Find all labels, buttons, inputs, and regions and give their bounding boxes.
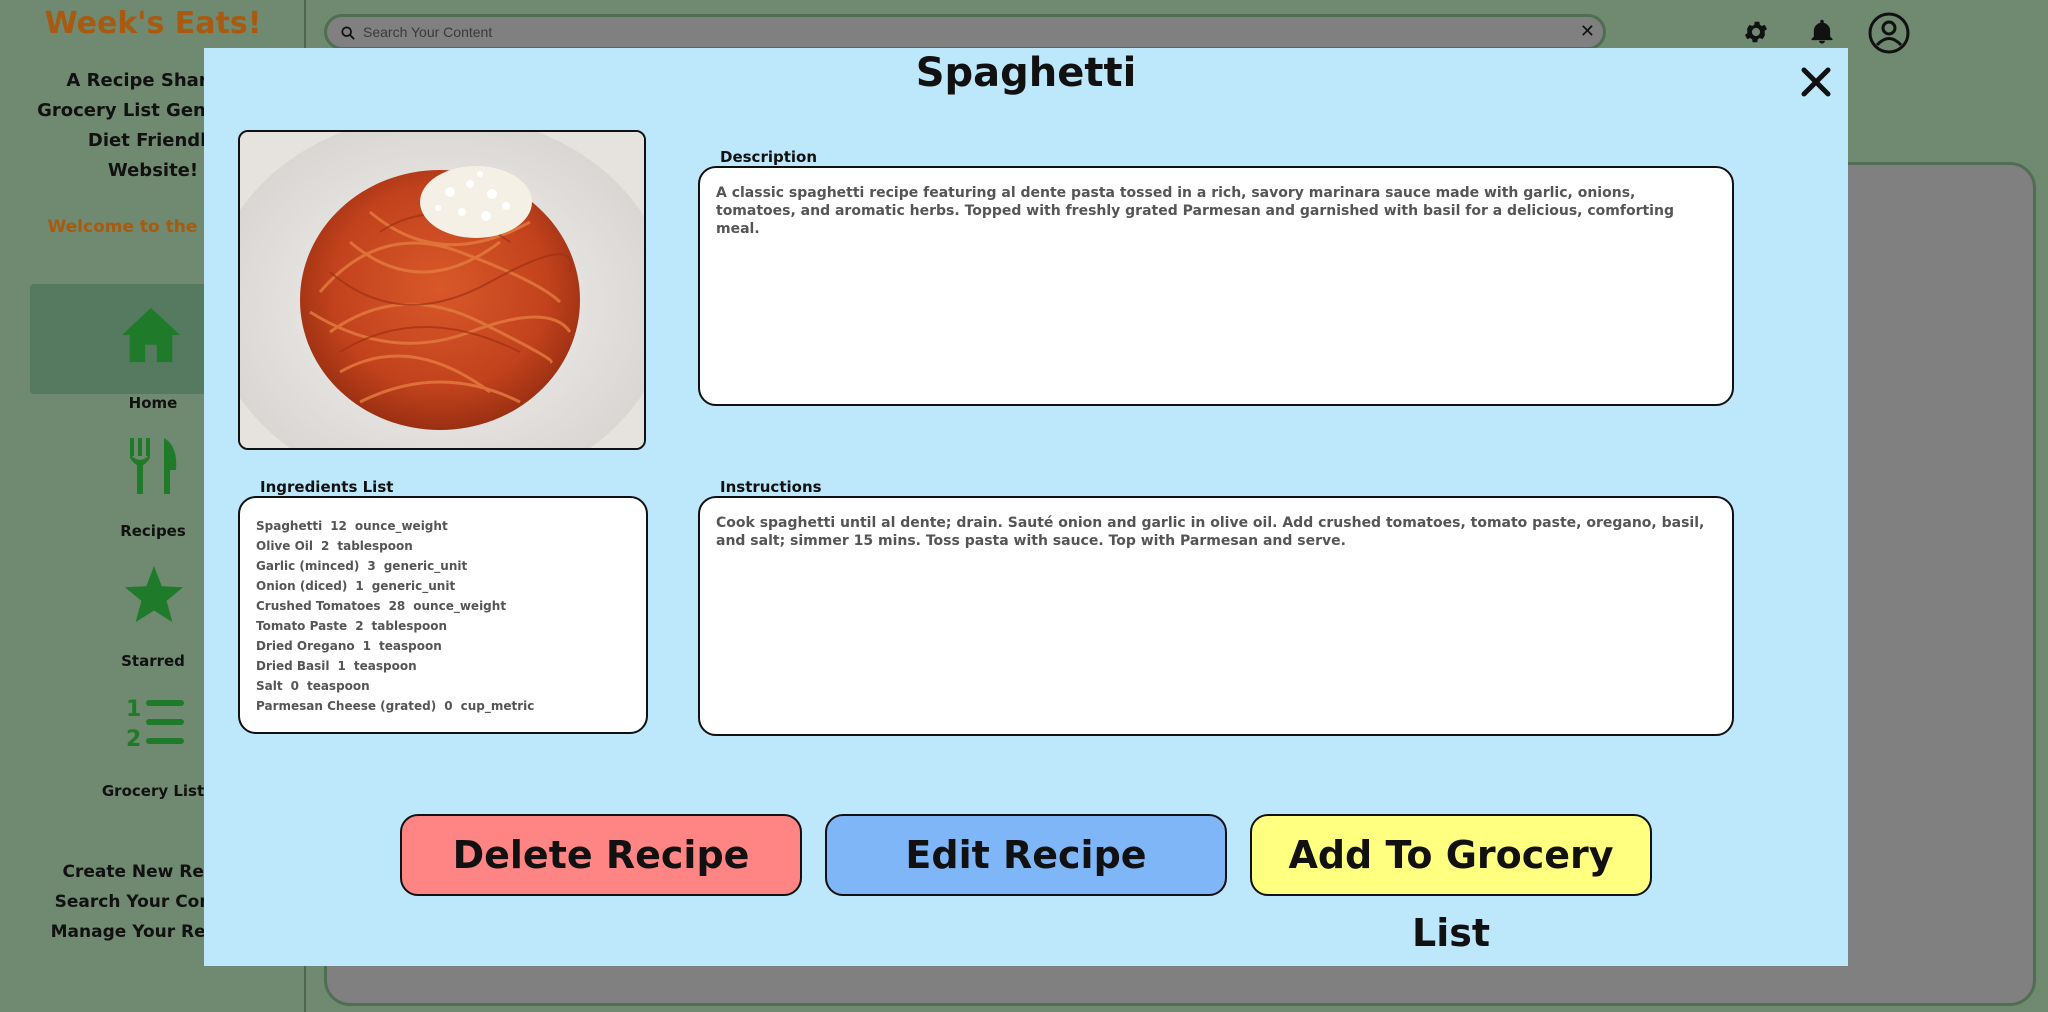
home-icon — [121, 307, 181, 363]
ingredient-qty: 28 — [388, 599, 406, 613]
numbered-list-icon: 1 2 — [126, 697, 184, 750]
account-icon[interactable] — [1868, 12, 1910, 54]
ingredient-name: Garlic (minced) — [256, 559, 360, 573]
recipe-title: Spaghetti — [915, 50, 1137, 96]
ingredient-unit: ounce_weight — [413, 599, 507, 613]
ingredient-name: Tomato Paste — [256, 619, 348, 633]
search-input[interactable] — [359, 17, 1549, 47]
recipe-modal: Spaghetti Description A classic spaghett… — [204, 48, 1848, 966]
ingredient-qty: 3 — [367, 559, 376, 573]
ingredient-unit: ounce_weight — [354, 519, 448, 533]
delete-recipe-button[interactable]: Delete Recipe — [400, 814, 802, 896]
ingredient-name: Onion (diced) — [256, 579, 348, 593]
ingredient-item: Onion (diced) 1 generic_unit — [256, 576, 636, 596]
description-box: A classic spaghetti recipe featuring al … — [698, 166, 1734, 406]
ingredient-item: Dried Oregano 1 teaspoon — [256, 636, 636, 656]
ingredient-qty: 1 — [337, 659, 346, 673]
brand-title: Week's Eats! — [44, 6, 262, 41]
search-icon — [341, 26, 355, 40]
ingredient-item: Olive Oil 2 tablespoon — [256, 536, 636, 556]
ingredient-unit: cup_metric — [460, 699, 535, 713]
ingredient-name: Olive Oil — [256, 539, 313, 553]
star-icon — [124, 565, 184, 623]
ingredient-qty: 1 — [362, 639, 371, 653]
ingredient-item: Dried Basil 1 teaspoon — [256, 656, 636, 676]
ingredient-unit: teaspoon — [379, 639, 442, 653]
ingredient-item: Crushed Tomatoes 28 ounce_weight — [256, 596, 636, 616]
ingredient-qty: 0 — [444, 699, 453, 713]
ingredient-name: Parmesan Cheese (grated) — [256, 699, 437, 713]
ingredient-name: Dried Basil — [256, 659, 330, 673]
ingredient-item: Garlic (minced) 3 generic_unit — [256, 556, 636, 576]
ingredient-unit: generic_unit — [383, 559, 468, 573]
ingredient-item: Tomato Paste 2 tablespoon — [256, 616, 636, 636]
ingredients-box: Spaghetti 12 ounce_weight Olive Oil 2 tables… — [238, 496, 648, 734]
svg-text:1: 1 — [126, 697, 141, 722]
close-icon[interactable] — [1798, 64, 1834, 100]
instructions-label: Instructions — [720, 478, 822, 496]
instructions-text: Cook spaghetti until al dente; drain. Sa… — [716, 515, 1705, 549]
ingredient-qty: 2 — [321, 539, 330, 553]
gear-icon[interactable] — [1742, 18, 1770, 46]
svg-text:2: 2 — [126, 727, 141, 750]
ingredient-item: Salt 0 teaspoon — [256, 676, 636, 696]
description-text: A classic spaghetti recipe featuring al … — [716, 185, 1674, 237]
edit-recipe-button[interactable]: Edit Recipe — [825, 814, 1227, 896]
bell-icon[interactable] — [1808, 18, 1836, 46]
ingredient-qty: 0 — [290, 679, 299, 693]
spaghetti-plate-image — [240, 132, 644, 448]
ingredient-unit: tablespoon — [371, 619, 447, 633]
ingredient-item: Parmesan Cheese (grated) 0 cup_metric — [256, 696, 636, 716]
add-to-grocery-list-button[interactable]: Add To Grocery List — [1250, 814, 1652, 955]
ingredient-item: Spaghetti 12 ounce_weight — [256, 516, 636, 536]
search-clear-button[interactable]: ✕ — [1580, 21, 1595, 42]
ingredient-qty: 2 — [355, 619, 364, 633]
ingredient-unit: tablespoon — [337, 539, 413, 553]
ingredient-unit: teaspoon — [353, 659, 417, 673]
ingredient-unit: teaspoon — [306, 679, 370, 693]
ingredient-name: Crushed Tomatoes — [256, 599, 381, 613]
ingredient-qty: 12 — [330, 519, 347, 533]
recipe-image — [238, 130, 646, 450]
instructions-box: Cook spaghetti until al dente; drain. Sa… — [698, 496, 1734, 736]
ingredient-qty: 1 — [355, 579, 364, 593]
ingredient-name: Salt — [256, 679, 283, 693]
ingredient-name: Dried Oregano — [256, 639, 355, 653]
fork-knife-icon — [130, 438, 177, 494]
ingredients-label: Ingredients List — [260, 478, 394, 496]
description-label: Description — [720, 148, 818, 166]
ingredient-name: Spaghetti — [256, 519, 323, 533]
ingredient-unit: generic_unit — [371, 579, 456, 593]
search-bar: ✕ — [324, 14, 1606, 50]
ingredients-list: Spaghetti 12 ounce_weight Olive Oil 2 tables… — [256, 516, 636, 716]
